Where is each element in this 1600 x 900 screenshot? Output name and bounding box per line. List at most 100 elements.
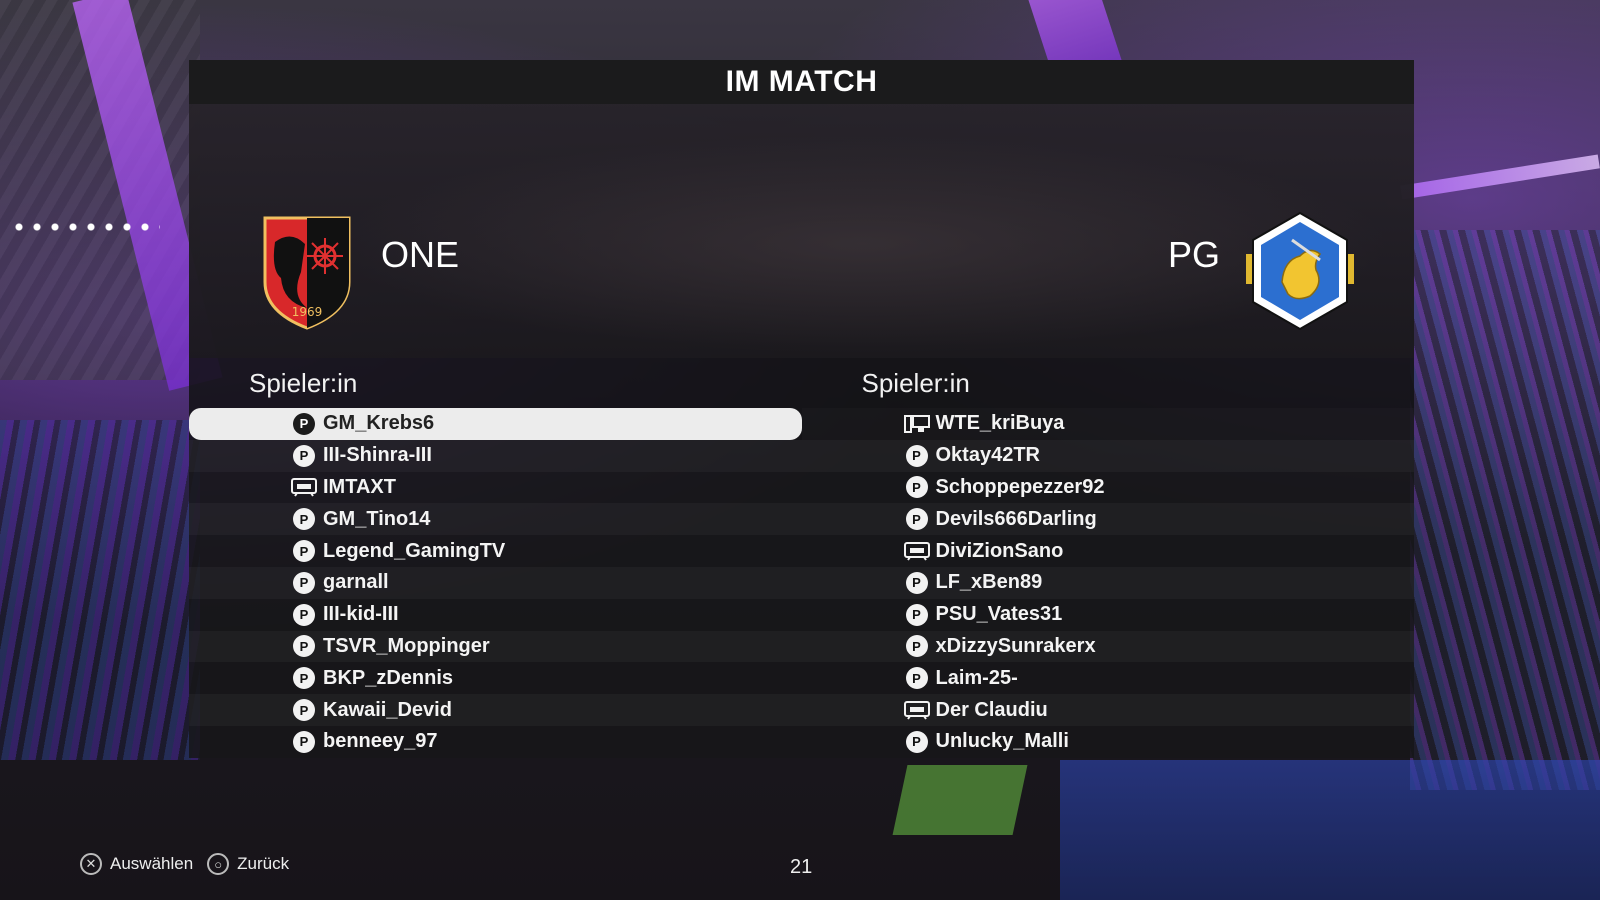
player-name: GM_Tino14 (323, 507, 431, 530)
player-row[interactable]: P GM_Tino14 (189, 503, 802, 536)
playstation-icon: P (293, 571, 315, 594)
player-name: Kawaii_Devid (323, 698, 452, 721)
player-row[interactable]: P III-Shinra-III (189, 439, 802, 472)
select-label: Auswählen (110, 854, 194, 873)
platform-icon-wrap: P (291, 666, 317, 690)
circle-button-icon: ○ (207, 853, 230, 875)
playstation-icon: P (293, 508, 315, 531)
playstation-icon: P (905, 667, 928, 690)
platform-icon-wrap: P (291, 539, 317, 563)
home-team-name: ONE (381, 234, 460, 275)
playstation-icon: P (293, 412, 315, 435)
player-row[interactable]: P TSVR_Moppinger (189, 630, 802, 663)
stadium-light-strip (1400, 154, 1600, 200)
player-row[interactable]: P BKP_zDennis (189, 662, 802, 694)
playstation-icon: P (905, 635, 928, 658)
button-hints: ✕ Auswählen ○ Zurück (80, 853, 289, 875)
player-row[interactable]: P LF_xBen89 (801, 566, 1414, 599)
player-row[interactable]: P Unlucky_Malli (802, 726, 1415, 758)
player-row[interactable]: P III-kid-III (189, 599, 802, 631)
player-row[interactable]: Der Claudiu (801, 694, 1414, 726)
stadium-crowd (0, 420, 200, 760)
pc-monitor-icon (903, 414, 930, 433)
player-row[interactable]: WTE_kriBuya (802, 408, 1415, 440)
playstation-icon: P (293, 699, 315, 722)
player-name: LF_xBen89 (935, 571, 1043, 594)
player-row[interactable]: Pbenneey_97 (189, 726, 802, 758)
player-name: Devils666Darling (935, 507, 1097, 530)
platform-icon-wrap: P (904, 666, 930, 690)
player-row[interactable]: P Legend_GamingTV (189, 535, 802, 567)
platform-icon-wrap: P (291, 507, 317, 531)
playstation-icon: P (905, 571, 928, 594)
platform-icon-wrap: P (904, 571, 930, 595)
player-row[interactable]: IMTAXT (189, 472, 802, 504)
player-row[interactable]: Pgarnall (189, 566, 802, 599)
platform-icon-wrap: P (291, 698, 317, 722)
platform-icon-wrap (903, 412, 930, 436)
player-row[interactable]: DiviZionSano (802, 535, 1415, 567)
platform-icon-wrap: P (904, 444, 930, 468)
cross-button-icon: ✕ (80, 853, 102, 875)
playstation-icon: P (905, 444, 928, 467)
home-crest-year: 1969 (292, 305, 323, 319)
select-hint[interactable]: ✕ Auswählen (80, 853, 193, 875)
playstation-icon: P (905, 508, 928, 531)
platform-icon-wrap: P (904, 730, 930, 754)
platform-icon-wrap: P (291, 730, 317, 754)
back-label: Zurück (237, 854, 290, 873)
playstation-icon: P (293, 603, 315, 626)
playstation-icon: P (293, 540, 315, 563)
home-team-crest-icon: 1969 (263, 216, 351, 330)
player-name: Unlucky_Malli (935, 730, 1069, 753)
player-row[interactable]: P PSU_Vates31 (802, 599, 1415, 631)
playstation-icon: P (905, 730, 928, 753)
platform-icon-wrap: P (904, 603, 930, 627)
player-name: Der Claudiu (935, 698, 1048, 721)
player-name: xDizzySunrakerx (935, 634, 1096, 657)
match-panel: IM MATCH 1969 ONE PG Spieler:in PGM_Kre (189, 60, 1414, 758)
player-row[interactable]: P GM_Krebs6 (189, 408, 802, 440)
match-header: 1969 ONE PG (189, 104, 1414, 358)
stadium-floodlights (10, 222, 160, 232)
away-team-name: PG (1167, 234, 1220, 275)
playstation-icon: P (293, 730, 315, 753)
platform-icon-wrap: P (291, 412, 317, 436)
player-name: Oktay42TR (935, 444, 1041, 467)
xbox-controller-icon (903, 542, 930, 561)
player-name: Laim-25- (935, 666, 1018, 689)
title-bar: IM MATCH (189, 60, 1414, 104)
player-row[interactable]: P Schoppepezzer92 (802, 472, 1415, 504)
xbox-controller-icon (903, 701, 930, 720)
platform-icon-wrap: P (291, 571, 317, 595)
home-player-list: P GM_Krebs6 P III-Shinra-III IMTAXT P GM_Tino1… (189, 408, 802, 758)
player-name: GM_Krebs6 (323, 412, 435, 435)
platform-icon-wrap (291, 475, 317, 499)
player-row[interactable]: P Laim-25- (802, 662, 1415, 694)
page-title: IM MATCH (725, 65, 878, 98)
playstation-icon: P (905, 603, 928, 626)
away-player-column: Spieler:in WTE_kriBuya P Oktay42TR P Schoppe… (801, 358, 1415, 758)
away-team-crest-icon (1246, 211, 1354, 331)
platform-icon-wrap: P (291, 603, 317, 627)
player-row[interactable]: P Oktay42TR (801, 439, 1414, 472)
player-row[interactable]: PxDizzySunrakerx (801, 630, 1414, 663)
platform-icon-wrap: P (904, 634, 930, 658)
player-name: PSU_Vates31 (935, 603, 1063, 626)
player-name: TSVR_Moppinger (323, 634, 490, 657)
playstation-icon: P (905, 476, 928, 499)
player-row[interactable]: P Devils666Darling (801, 503, 1414, 536)
platform-icon-wrap (903, 539, 930, 563)
pitch-corner (892, 765, 1028, 835)
playstation-icon: P (293, 667, 315, 690)
back-hint[interactable]: ○ Zurück (207, 853, 289, 875)
stadium-crowd (1410, 230, 1600, 790)
player-row[interactable]: P Kawaii_Devid (189, 694, 802, 726)
platform-icon-wrap: P (904, 507, 930, 531)
page-number: 21 (790, 856, 813, 878)
player-name: Legend_GamingTV (323, 539, 506, 562)
player-name: III-Shinra-III (323, 444, 432, 467)
player-name: III-kid-III (323, 603, 399, 626)
playstation-icon: P (293, 635, 315, 658)
away-player-list: WTE_kriBuya P Oktay42TR P Schoppepezzer92 P De… (801, 408, 1415, 758)
